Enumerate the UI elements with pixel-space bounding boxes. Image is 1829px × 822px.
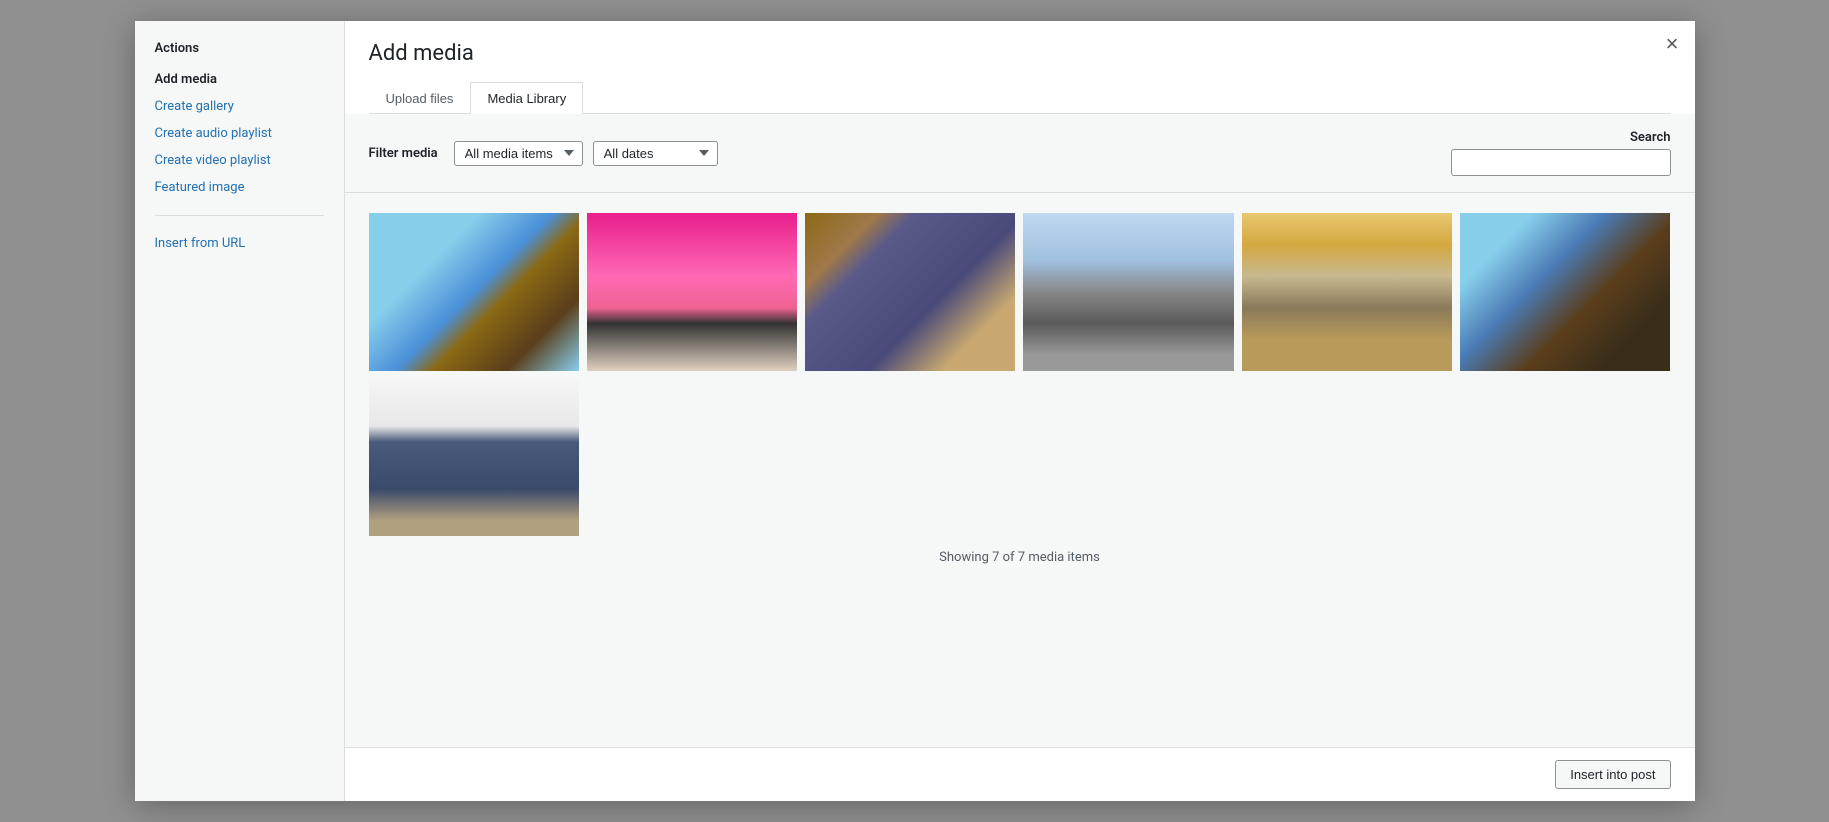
sidebar-divider: [155, 215, 324, 216]
modal-overlay: × Actions Add media Create gallery Creat…: [0, 0, 1829, 822]
modal-footer: Insert into post: [345, 747, 1695, 801]
tabs: Upload files Media Library: [369, 82, 1671, 114]
media-item[interactable]: [369, 213, 579, 371]
tab-upload-files[interactable]: Upload files: [369, 82, 471, 114]
media-item[interactable]: [587, 213, 797, 371]
media-type-filter[interactable]: All media items Images Audio Video Docum…: [454, 141, 583, 166]
sidebar-item-create-video-playlist[interactable]: Create video playlist: [135, 147, 344, 174]
main-content: Add media Upload files Media Library Fil…: [345, 21, 1695, 801]
filter-bar: Filter media All media items Images Audi…: [345, 114, 1695, 193]
media-grid-container[interactable]: Showing 7 of 7 media items: [345, 193, 1695, 747]
search-input[interactable]: [1451, 149, 1671, 176]
add-media-modal: × Actions Add media Create gallery Creat…: [135, 21, 1695, 801]
insert-into-post-button[interactable]: Insert into post: [1555, 760, 1670, 789]
main-header: Add media Upload files Media Library: [345, 21, 1695, 114]
media-item[interactable]: [805, 213, 1015, 371]
sidebar-actions-label: Actions: [135, 41, 344, 66]
media-grid: [369, 213, 1671, 536]
media-item[interactable]: [369, 379, 579, 537]
media-item[interactable]: [1460, 213, 1670, 371]
media-item[interactable]: [1023, 213, 1233, 371]
sidebar: Actions Add media Create gallery Create …: [135, 21, 345, 801]
close-button[interactable]: ×: [1666, 33, 1679, 55]
sidebar-item-add-media[interactable]: Add media: [135, 66, 344, 93]
media-status: Showing 7 of 7 media items: [369, 536, 1671, 579]
sidebar-nav: Add media Create gallery Create audio pl…: [135, 66, 344, 257]
page-title: Add media: [369, 41, 1671, 66]
sidebar-item-insert-from-url[interactable]: Insert from URL: [135, 230, 344, 257]
search-section: Search: [1451, 130, 1671, 176]
media-item[interactable]: [1242, 213, 1452, 371]
sidebar-item-create-gallery[interactable]: Create gallery: [135, 93, 344, 120]
sidebar-item-featured-image[interactable]: Featured image: [135, 174, 344, 201]
modal-body: Actions Add media Create gallery Create …: [135, 21, 1695, 801]
filter-label: Filter media: [369, 146, 438, 161]
search-label: Search: [1630, 130, 1671, 145]
tab-media-library[interactable]: Media Library: [470, 82, 583, 114]
date-filter[interactable]: All dates January 2024 February 2024 Mar…: [593, 141, 718, 166]
sidebar-item-create-audio-playlist[interactable]: Create audio playlist: [135, 120, 344, 147]
